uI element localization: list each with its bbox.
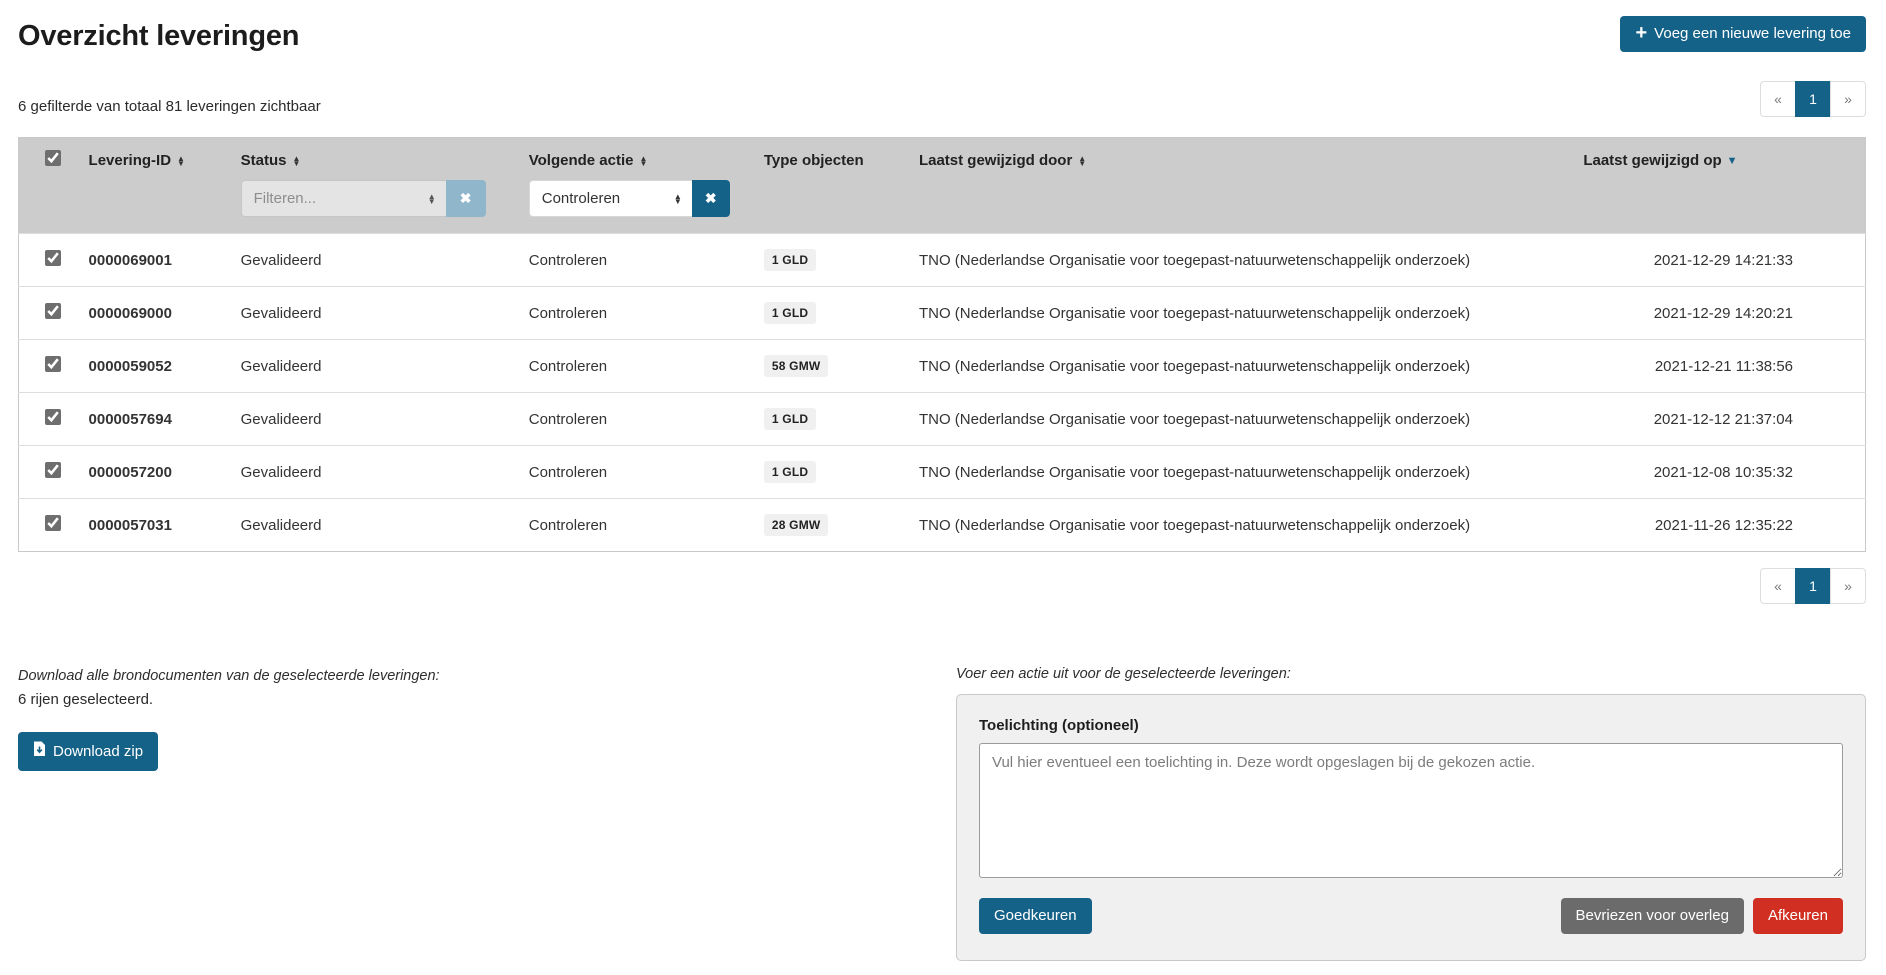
status-cell: Gevalideerd — [233, 287, 521, 340]
gewijzigd-op-cell: 2021-12-12 21:37:04 — [1575, 393, 1865, 446]
column-header-levering-id[interactable]: Levering-ID▲▼ — [81, 138, 233, 175]
levering-id-cell: 0000057200 — [81, 446, 233, 499]
selected-rows-count: 6 rijen geselecteerd. — [18, 691, 956, 708]
type-objecten-badge: 28 GMW — [764, 514, 829, 536]
gewijzigd-op-cell: 2021-12-29 14:21:33 — [1575, 234, 1865, 287]
volgende-actie-filter: Controleren ▲▼ ✖ — [529, 180, 730, 217]
volgende-actie-cell: Controleren — [521, 499, 756, 552]
download-file-icon — [33, 741, 46, 762]
volgende-actie-cell: Controleren — [521, 393, 756, 446]
filter-summary-text: 6 gefilterde van totaal 81 leveringen zi… — [18, 98, 321, 117]
pagination-next-button[interactable]: » — [1830, 568, 1866, 604]
page-title: Overzicht leveringen — [18, 20, 299, 53]
row-checkbox[interactable] — [45, 356, 61, 372]
type-objecten-badge: 1 GLD — [764, 461, 816, 483]
row-checkbox[interactable] — [45, 303, 61, 319]
sort-icon: ▲▼ — [177, 156, 185, 166]
type-objecten-badge: 1 GLD — [764, 302, 816, 324]
type-objecten-badge: 1 GLD — [764, 408, 816, 430]
gewijzigd-op-cell: 2021-12-29 14:20:21 — [1575, 287, 1865, 340]
gewijzigd-op-cell: 2021-12-21 11:38:56 — [1575, 340, 1865, 393]
bevriezen-voor-overleg-button[interactable]: Bevriezen voor overleg — [1561, 898, 1744, 934]
gewijzigd-door-cell: TNO (Nederlandse Organisatie voor toegep… — [911, 393, 1575, 446]
type-objecten-badge: 1 GLD — [764, 249, 816, 271]
levering-id-cell: 0000057694 — [81, 393, 233, 446]
row-checkbox[interactable] — [45, 409, 61, 425]
table-row[interactable]: 0000069000 Gevalideerd Controleren 1 GLD… — [19, 287, 1866, 340]
gewijzigd-door-cell: TNO (Nederlandse Organisatie voor toegep… — [911, 234, 1575, 287]
status-cell: Gevalideerd — [233, 340, 521, 393]
status-filter: Filteren... ▲▼ ✖ — [241, 180, 486, 217]
levering-id-cell: 0000069000 — [81, 287, 233, 340]
status-cell: Gevalideerd — [233, 393, 521, 446]
add-delivery-button[interactable]: + Voeg een nieuwe levering toe — [1620, 16, 1866, 52]
status-cell: Gevalideerd — [233, 234, 521, 287]
volgende-actie-cell: Controleren — [521, 287, 756, 340]
type-objecten-badge: 58 GMW — [764, 355, 829, 377]
column-header-laatst-gewijzigd-door[interactable]: Laatst gewijzigd door▲▼ — [911, 138, 1575, 175]
pagination-next-button[interactable]: » — [1830, 81, 1866, 117]
select-caret-icon: ▲▼ — [674, 194, 682, 204]
status-filter-clear-button[interactable]: ✖ — [446, 180, 486, 217]
download-section-heading: Download alle brondocumenten van de gese… — [18, 668, 956, 684]
add-delivery-button-label: Voeg een nieuwe levering toe — [1654, 25, 1851, 43]
sort-desc-icon: ▼ — [1727, 155, 1738, 167]
row-checkbox[interactable] — [45, 250, 61, 266]
gewijzigd-door-cell: TNO (Nederlandse Organisatie voor toegep… — [911, 287, 1575, 340]
pagination-prev-button[interactable]: « — [1760, 81, 1796, 117]
plus-icon: + — [1635, 26, 1647, 40]
volgende-actie-cell: Controleren — [521, 340, 756, 393]
column-header-status[interactable]: Status▲▼ — [233, 138, 521, 175]
volgende-actie-cell: Controleren — [521, 446, 756, 499]
table-header-row: Levering-ID▲▼ Status▲▼ Volgende actie▲▼ … — [19, 138, 1866, 175]
column-header-laatst-gewijzigd-op[interactable]: Laatst gewijzigd op▼ — [1575, 138, 1865, 175]
volgende-actie-filter-clear-button[interactable]: ✖ — [692, 180, 730, 217]
action-panel: Toelichting (optioneel) Goedkeuren Bevri… — [956, 694, 1866, 961]
pagination-bottom: « 1 » — [1760, 568, 1866, 604]
pagination-top: « 1 » — [1760, 81, 1866, 117]
status-cell: Gevalideerd — [233, 446, 521, 499]
toelichting-label: Toelichting (optioneel) — [979, 717, 1843, 734]
pagination-prev-button[interactable]: « — [1760, 568, 1796, 604]
levering-id-cell: 0000059052 — [81, 340, 233, 393]
sort-icon: ▲▼ — [640, 156, 648, 166]
row-checkbox[interactable] — [45, 462, 61, 478]
table-row[interactable]: 0000057200 Gevalideerd Controleren 1 GLD… — [19, 446, 1866, 499]
sort-icon: ▲▼ — [1078, 156, 1086, 166]
gewijzigd-op-cell: 2021-11-26 12:35:22 — [1575, 499, 1865, 552]
levering-id-cell: 0000069001 — [81, 234, 233, 287]
status-cell: Gevalideerd — [233, 499, 521, 552]
download-zip-button[interactable]: Download zip — [18, 732, 158, 771]
table-row[interactable]: 0000057694 Gevalideerd Controleren 1 GLD… — [19, 393, 1866, 446]
table-filter-row: Filteren... ▲▼ ✖ Controleren ▲▼ ✖ — [19, 174, 1866, 234]
volgende-actie-filter-select[interactable]: Controleren ▲▼ — [529, 180, 692, 217]
pagination-page-1-button[interactable]: 1 — [1795, 568, 1831, 604]
row-checkbox[interactable] — [45, 515, 61, 531]
select-all-checkbox[interactable] — [45, 150, 61, 166]
sort-icon: ▲▼ — [292, 156, 300, 166]
table-row[interactable]: 0000057031 Gevalideerd Controleren 28 GM… — [19, 499, 1866, 552]
volgende-actie-cell: Controleren — [521, 234, 756, 287]
download-zip-button-label: Download zip — [53, 743, 143, 761]
toelichting-textarea[interactable] — [979, 743, 1843, 878]
levering-id-cell: 0000057031 — [81, 499, 233, 552]
gewijzigd-door-cell: TNO (Nederlandse Organisatie voor toegep… — [911, 340, 1575, 393]
afkeuren-button[interactable]: Afkeuren — [1753, 898, 1843, 934]
goedkeuren-button[interactable]: Goedkeuren — [979, 898, 1092, 934]
action-section: Voer een actie uit voor de geselecteerde… — [956, 666, 1866, 961]
action-section-heading: Voer een actie uit voor de geselecteerde… — [956, 666, 1866, 682]
table-row[interactable]: 0000059052 Gevalideerd Controleren 58 GM… — [19, 340, 1866, 393]
gewijzigd-door-cell: TNO (Nederlandse Organisatie voor toegep… — [911, 446, 1575, 499]
download-section: Download alle brondocumenten van de gese… — [18, 666, 956, 771]
pagination-page-1-button[interactable]: 1 — [1795, 81, 1831, 117]
status-filter-select[interactable]: Filteren... ▲▼ — [241, 180, 446, 217]
column-header-volgende-actie[interactable]: Volgende actie▲▼ — [521, 138, 756, 175]
gewijzigd-door-cell: TNO (Nederlandse Organisatie voor toegep… — [911, 499, 1575, 552]
deliveries-table: Levering-ID▲▼ Status▲▼ Volgende actie▲▼ … — [18, 137, 1866, 552]
select-caret-icon: ▲▼ — [428, 194, 436, 204]
gewijzigd-op-cell: 2021-12-08 10:35:32 — [1575, 446, 1865, 499]
column-header-type-objecten: Type objecten — [756, 138, 911, 175]
table-row[interactable]: 0000069001 Gevalideerd Controleren 1 GLD… — [19, 234, 1866, 287]
